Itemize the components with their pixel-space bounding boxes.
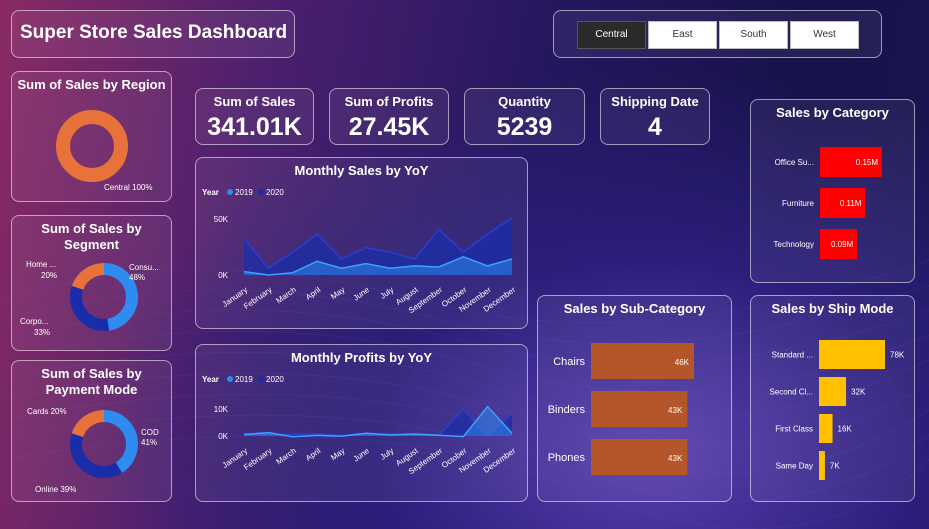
segment-label-home-name: Home ... bbox=[26, 260, 56, 269]
segment-label-corporate-name: Corpo... bbox=[20, 317, 48, 326]
profits-xlabel: April bbox=[304, 446, 322, 463]
region-chart-card: Sum of Sales by Region Central 100% bbox=[11, 71, 172, 202]
slicer-option-east[interactable]: East bbox=[648, 21, 717, 49]
shipmode-category-label: Second Cl... bbox=[769, 388, 813, 397]
payment-donut[interactable]: Cards 20% COD 41% Online 39% bbox=[12, 361, 173, 503]
payment-label-cod-name: COD bbox=[141, 428, 159, 437]
kpi-sales-card: Sum of Sales 341.01K bbox=[195, 88, 314, 145]
shipmode-value-label: 16K bbox=[838, 425, 853, 434]
payment-label-online: Online 39% bbox=[35, 485, 76, 494]
legend-2019-marker bbox=[227, 189, 233, 195]
category-category-label: Office Su... bbox=[775, 158, 814, 167]
payment-label-cod-pct: 41% bbox=[141, 438, 157, 447]
monthly-sales-legend-2020: 2020 bbox=[266, 188, 284, 197]
region-slicer: Central East South West bbox=[553, 10, 882, 58]
sales-xlabel: May bbox=[329, 285, 347, 301]
kpi-profits-value: 27.45K bbox=[348, 113, 430, 141]
kpi-shipping-label: Shipping Date bbox=[611, 94, 699, 109]
kpi-quantity-card: Quantity 5239 bbox=[464, 88, 585, 145]
monthly-sales-ytick-top: 50K bbox=[214, 215, 229, 224]
monthly-sales-legend-2019: 2019 bbox=[235, 188, 253, 197]
category-chart-card: Sales by Category Office Su... 0.15M Furni… bbox=[750, 99, 915, 283]
monthly-profits-legend-2020: 2020 bbox=[266, 375, 284, 384]
shipmode-category-label: First Class bbox=[775, 425, 813, 434]
sales-xlabel: April bbox=[304, 285, 322, 302]
shipmode-bar[interactable] bbox=[819, 451, 825, 480]
profits-xlabel: June bbox=[352, 446, 372, 464]
segment-label-home-pct: 20% bbox=[41, 271, 57, 280]
payment-chart-card: Sum of Sales by Payment Mode Cards 20% C… bbox=[11, 360, 172, 502]
kpi-shipping-card: Shipping Date 4 bbox=[600, 88, 710, 145]
segment-chart-card: Sum of Sales by Segment Consu... 48% Hom… bbox=[11, 215, 172, 351]
kpi-quantity-label: Quantity bbox=[498, 94, 551, 109]
category-value-label: 0.09M bbox=[831, 240, 854, 249]
shipmode-bar[interactable] bbox=[819, 340, 885, 369]
shipmode-category-label: Same Day bbox=[776, 462, 813, 471]
region-slice-label: Central 100% bbox=[104, 183, 152, 192]
monthly-profits-legend-2019: 2019 bbox=[235, 375, 253, 384]
sales-xlabel: July bbox=[379, 285, 396, 301]
payment-label-cards: Cards 20% bbox=[27, 407, 67, 416]
shipmode-chart-card: Sales by Ship Mode Standard ... 78K Second… bbox=[750, 295, 915, 502]
kpi-quantity-value: 5239 bbox=[496, 113, 553, 141]
monthly-profits-legend-title: Year bbox=[202, 375, 219, 384]
monthly-profits-ytick-top: 10K bbox=[214, 405, 229, 414]
legend-2019-marker bbox=[227, 376, 233, 382]
subcategory-category-label: Phones bbox=[548, 452, 586, 464]
kpi-shipping-value: 4 bbox=[648, 113, 662, 141]
subcategory-chart[interactable]: Chairs 46K Binders 43K Phones 43K bbox=[538, 296, 733, 503]
kpi-sales-value: 341.01K bbox=[207, 113, 302, 141]
category-chart[interactable]: Office Su... 0.15M Furniture 0.11M Technolog… bbox=[751, 100, 916, 284]
slicer-option-west[interactable]: West bbox=[790, 21, 859, 49]
monthly-profits-card: Monthly Profits by YoY Year 2019 2020 10… bbox=[195, 344, 528, 502]
monthly-sales-card: Monthly Sales by YoY Year 2019 2020 50K … bbox=[195, 157, 528, 329]
shipmode-value-label: 32K bbox=[851, 388, 866, 397]
subcategory-value-label: 43K bbox=[668, 406, 683, 415]
subcategory-value-label: 46K bbox=[675, 358, 690, 367]
category-value-label: 0.15M bbox=[856, 158, 879, 167]
shipmode-category-label: Standard ... bbox=[772, 351, 813, 360]
dashboard-title: Super Store Sales Dashboard bbox=[20, 22, 288, 43]
region-slice-central[interactable] bbox=[56, 110, 128, 182]
monthly-sales-ytick-zero: 0K bbox=[218, 271, 228, 280]
segment-donut[interactable]: Consu... 48% Home ... 20% Corpo... 33% bbox=[12, 216, 173, 352]
profits-xlabel: February bbox=[242, 446, 273, 472]
subcategory-value-label: 43K bbox=[668, 454, 683, 463]
sales-xlabel: June bbox=[352, 285, 372, 303]
profits-xlabel: May bbox=[329, 446, 347, 462]
kpi-profits-label: Sum of Profits bbox=[344, 94, 434, 109]
segment-label-consumer-pct: 48% bbox=[129, 273, 145, 282]
shipmode-value-label: 7K bbox=[830, 462, 840, 471]
profits-xlabel: July bbox=[379, 446, 396, 462]
monthly-sales-legend-title: Year bbox=[202, 188, 219, 197]
segment-label-corporate-pct: 33% bbox=[34, 328, 50, 337]
subcategory-category-label: Binders bbox=[548, 404, 586, 416]
sales-xlabel: March bbox=[274, 285, 297, 305]
subcategory-chart-card: Sales by Sub-Category Chairs 46K Binders 43… bbox=[537, 295, 732, 502]
kpi-sales-label: Sum of Sales bbox=[213, 94, 296, 109]
profits-xlabel: March bbox=[274, 446, 297, 466]
monthly-profits-chart[interactable]: Year 2019 2020 10K 0K JanuaryFebruary Mar… bbox=[196, 345, 529, 503]
subcategory-category-label: Chairs bbox=[553, 356, 585, 368]
segment-label-consumer-name: Consu... bbox=[129, 263, 159, 272]
region-donut[interactable]: Central 100% bbox=[12, 72, 173, 203]
slicer-option-central[interactable]: Central bbox=[577, 21, 646, 49]
shipmode-value-label: 78K bbox=[890, 351, 905, 360]
shipmode-chart[interactable]: Standard ... 78K Second Cl... 32K First Clas… bbox=[751, 296, 916, 503]
kpi-profits-card: Sum of Profits 27.45K bbox=[329, 88, 449, 145]
category-category-label: Technology bbox=[774, 240, 814, 249]
dashboard-title-card: Super Store Sales Dashboard bbox=[11, 10, 295, 58]
category-category-label: Furniture bbox=[782, 199, 815, 208]
sales-xlabel: February bbox=[242, 285, 273, 311]
slicer-option-south[interactable]: South bbox=[719, 21, 788, 49]
shipmode-bar[interactable] bbox=[819, 377, 847, 406]
legend-2020-marker bbox=[258, 189, 264, 195]
monthly-sales-chart[interactable]: Year 2019 2020 50K 0K JanuaryFebruary Mar… bbox=[196, 158, 529, 330]
monthly-profits-ytick-zero: 0K bbox=[218, 432, 228, 441]
category-value-label: 0.11M bbox=[840, 199, 862, 208]
shipmode-bar[interactable] bbox=[819, 414, 833, 443]
legend-2020-marker bbox=[258, 376, 264, 382]
